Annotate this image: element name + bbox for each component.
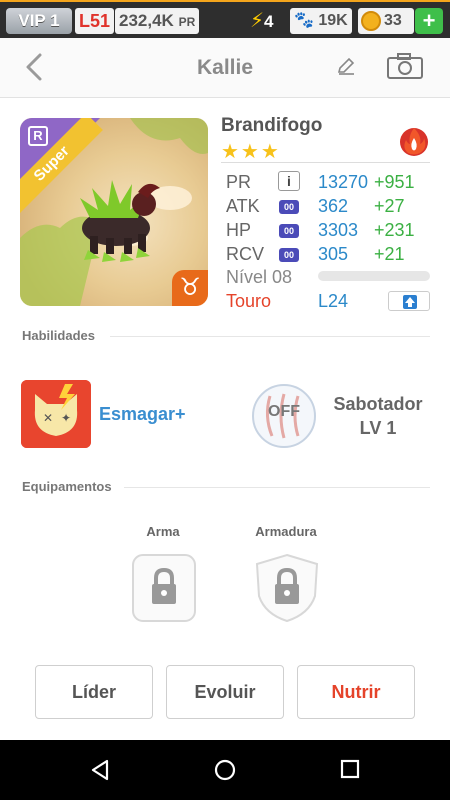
edit-name-button[interactable]: [336, 56, 356, 76]
skill-esmagar-icon[interactable]: ✕ ✦: [21, 380, 91, 448]
add-coins-button[interactable]: +: [415, 8, 443, 34]
vip-badge[interactable]: VIP 1: [6, 8, 72, 34]
stat-label-hp: HP: [226, 220, 252, 240]
coin-counter: 33: [358, 8, 414, 34]
power-value: 232,4K: [119, 11, 174, 30]
stat-badge-hp: 00: [279, 224, 299, 238]
armor-label: Armadura: [255, 524, 317, 539]
power-rating: 232,4K PR: [115, 8, 200, 34]
skill-sabotador[interactable]: Sabotador LV 1: [322, 392, 434, 440]
nav-home-icon[interactable]: [213, 758, 237, 782]
skill-sabotador-name: Sabotador: [333, 394, 423, 414]
nav-back-icon[interactable]: [88, 758, 112, 782]
leader-button[interactable]: Líder: [35, 665, 153, 719]
evolve-button[interactable]: Evoluir: [166, 665, 284, 719]
page-title: Kallie: [196, 56, 254, 79]
fire-icon: [400, 128, 428, 156]
stat-bonus-pr: +951: [374, 172, 415, 192]
energy-value: 4: [264, 12, 274, 31]
zodiac-sign: Touro: [226, 291, 272, 311]
stat-bonus-atk: +27: [374, 196, 405, 216]
monster-portrait[interactable]: R Super ♉: [20, 118, 208, 306]
stat-badge-rcv: 00: [279, 248, 299, 262]
player-level: L51: [75, 8, 115, 34]
arrow-up-icon: [403, 295, 417, 309]
monster-species: Brandifogo: [221, 115, 323, 136]
stat-label-pr: PR: [226, 172, 252, 192]
status-bar: VIP 1 L51 232,4K PR ⚡4 🐾 19K 33 +: [0, 0, 450, 38]
svg-text:✕: ✕: [43, 411, 53, 425]
app-screen: VIP 1 L51 232,4K PR ⚡4 🐾 19K 33 + Kallie: [0, 0, 450, 800]
stat-badge-atk: 00: [279, 200, 299, 214]
camera-button[interactable]: [386, 52, 424, 80]
level-cap: L24: [318, 291, 349, 311]
skills-section-title: Habilidades: [22, 328, 95, 343]
stat-label-atk: ATK: [226, 196, 260, 216]
monster-level: Nível 08: [226, 267, 293, 287]
star-rating: ★★★: [221, 141, 281, 163]
paw-counter: 🐾 19K: [290, 8, 352, 34]
skill-off-label: OFF: [268, 403, 300, 420]
stat-bonus-hp: +231: [374, 220, 415, 240]
lock-icon: [132, 554, 196, 622]
weapon-slot[interactable]: [130, 552, 198, 624]
paw-icon: 🐾: [294, 12, 314, 29]
nav-recent-apps-icon[interactable]: [339, 758, 361, 780]
taurus-icon: ♉: [172, 270, 208, 306]
divider: [124, 487, 430, 488]
feed-button[interactable]: Nutrir: [297, 665, 415, 719]
divider: [221, 162, 430, 163]
info-button[interactable]: i: [278, 171, 300, 191]
pencil-icon: [337, 57, 355, 75]
stat-label-rcv: RCV: [226, 244, 265, 264]
stat-bonus-rcv: +21: [374, 244, 405, 264]
weapon-label: Arma: [146, 524, 180, 539]
power-unit: PR: [178, 15, 196, 29]
svg-text:✦: ✦: [61, 411, 71, 425]
camera-icon: [387, 53, 423, 79]
xp-progress-bar: [318, 271, 430, 281]
header: Kallie: [0, 38, 450, 98]
armor-slot[interactable]: [253, 552, 321, 624]
equipment-section-title: Equipamentos: [22, 479, 112, 494]
skill-sabotador-level: LV 1: [359, 418, 397, 438]
lightning-icon: ⚡: [250, 10, 265, 32]
system-nav-bar: [0, 740, 450, 800]
stat-value-atk: 362: [318, 196, 349, 216]
stat-value-rcv: 305: [318, 244, 349, 264]
lock-icon: [255, 553, 319, 623]
skill-esmagar-name[interactable]: Esmagar+: [99, 404, 186, 425]
rarity-letter: R: [28, 126, 48, 146]
level-up-button[interactable]: [388, 291, 430, 311]
stat-value-pr: 13270: [318, 172, 369, 192]
stat-value-hp: 3303: [318, 220, 359, 240]
paw-value: 19K: [318, 12, 348, 29]
cat-head-icon: ✕ ✦: [21, 380, 91, 448]
divider: [110, 336, 430, 337]
energy-counter: ⚡4: [250, 8, 274, 35]
coin-value: 33: [384, 12, 402, 29]
coin-icon: [361, 11, 381, 31]
